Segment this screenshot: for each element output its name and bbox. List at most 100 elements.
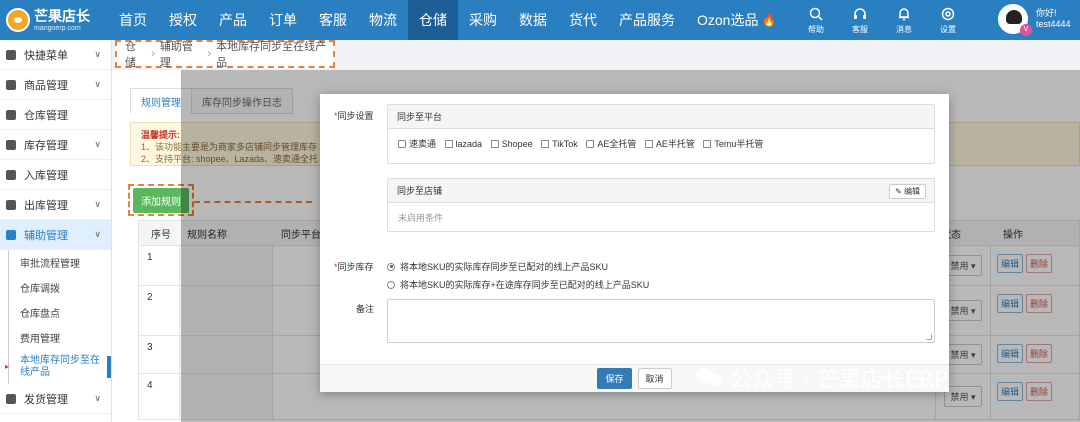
- sidebar-item-outbound[interactable]: 出库管理 ∨: [0, 190, 111, 220]
- sidebar-item-label: 辅助管理: [24, 229, 68, 242]
- outbound-icon: [6, 199, 16, 210]
- shop-empty-text: 未启用条件: [398, 213, 444, 223]
- resize-handle-icon[interactable]: [926, 334, 932, 340]
- sidebar-sub-stocktake[interactable]: 仓库盘点: [0, 300, 111, 325]
- sidebar-item-inbound[interactable]: 入库管理: [0, 160, 111, 190]
- row-no: 1: [147, 252, 153, 263]
- user-greeting: 你好!: [1036, 8, 1057, 19]
- platform-checkboxes: 速卖通 lazada Shopee TikTok AE全托管 AE半托管 Tem…: [388, 129, 934, 158]
- gear-icon: [940, 6, 956, 22]
- sidebar-sub-expenses[interactable]: 费用管理: [0, 325, 111, 350]
- platform-checkbox[interactable]: Temu半托管: [703, 137, 763, 150]
- edit-icon: ✎: [895, 187, 902, 196]
- sidebar-item-auxiliary[interactable]: 辅助管理 ∨: [0, 220, 111, 250]
- platform-checkbox[interactable]: AE全托管: [586, 137, 636, 150]
- sidebar-item-label: 发货管理: [24, 393, 68, 406]
- breadcrumb-item[interactable]: 辅助管理: [160, 38, 203, 70]
- breadcrumb-item[interactable]: 仓储: [125, 38, 146, 70]
- top-navbar: 芒果店长 mangoerp.com 首页 授权 产品 订单 客服 物流 仓储 采…: [0, 0, 1080, 40]
- sidebar-sub-transfer[interactable]: 仓库调拨: [0, 275, 111, 300]
- settings-tool[interactable]: 设置: [926, 0, 970, 40]
- sidebar-item-shortcut[interactable]: 快捷菜单 ∨: [0, 40, 111, 70]
- nav-warehouse[interactable]: 仓储: [408, 0, 458, 40]
- sidebar-item-label: 入库管理: [24, 169, 68, 182]
- breadcrumb: 仓储 › 辅助管理 › 本地库存同步至在线产品: [115, 38, 335, 70]
- platform-checkbox[interactable]: AE半托管: [644, 137, 695, 150]
- shop-panel-title: 同步至店铺: [397, 186, 443, 196]
- nav-logistics[interactable]: 物流: [358, 0, 408, 40]
- nav-authorize[interactable]: 授权: [158, 0, 208, 40]
- chevron-down-icon: ∨: [94, 79, 101, 89]
- sidebar-item-shipping[interactable]: 发货管理 ∨: [0, 384, 111, 414]
- cancel-button[interactable]: 取消: [637, 368, 672, 389]
- warehouse-icon: [6, 109, 16, 120]
- sync-setting-label: *同步设置: [334, 111, 374, 121]
- add-rule-modal: *同步设置 同步至平台 速卖通 lazada Shopee TikTok AE全…: [320, 94, 949, 392]
- sidebar-item-label: 出库管理: [24, 199, 68, 212]
- radio-checked-icon: [387, 262, 395, 271]
- chevron-up-icon: ∨: [94, 229, 101, 239]
- sidebar-sub-label: 本地库存同步至在线产品: [20, 355, 100, 378]
- breadcrumb-separator-icon: ›: [207, 48, 212, 60]
- shop-panel: 同步至店铺 ✎ 编辑 未启用条件: [387, 178, 935, 232]
- nav-ozon-label: Ozon选品: [697, 12, 759, 28]
- row-no: 4: [147, 380, 153, 391]
- help-tool[interactable]: 帮助: [794, 0, 838, 40]
- note-label: 备注: [356, 304, 375, 314]
- row-no: 2: [147, 292, 153, 303]
- logo-name: 芒果店长: [34, 7, 90, 24]
- vip-badge: V: [1020, 24, 1032, 36]
- platform-panel-title: 同步至平台: [388, 105, 934, 129]
- settings-label: 设置: [940, 24, 956, 34]
- sidebar-sub-stock-sync[interactable]: ▸ 本地库存同步至在线产品: [0, 350, 111, 384]
- nav-product[interactable]: 产品: [208, 0, 258, 40]
- nav-customer-service[interactable]: 客服: [308, 0, 358, 40]
- chevron-down-icon: ∨: [94, 199, 101, 209]
- sidebar-item-label: 商品管理: [24, 79, 68, 92]
- sidebar: 快捷菜单 ∨ 商品管理 ∨ 仓库管理 库存管理 ∨ 入库管理 出库管理 ∨ 辅助管理 ∨ …: [0, 40, 112, 422]
- breadcrumb-separator-icon: ›: [151, 48, 155, 60]
- message-tool[interactable]: 消息: [882, 0, 926, 40]
- platform-checkbox[interactable]: Shopee: [490, 139, 533, 149]
- platform-checkbox[interactable]: lazada: [444, 139, 482, 149]
- note-textarea[interactable]: [387, 299, 935, 343]
- nav-ozon-selection[interactable]: Ozon选品 🔥: [686, 0, 787, 40]
- shop-panel-head: 同步至店铺 ✎ 编辑: [388, 179, 934, 203]
- stock-option-actual[interactable]: 将本地SKU的实际库存同步至已配对的线上产品SKU: [387, 260, 608, 273]
- sidebar-item-inventory[interactable]: 库存管理 ∨: [0, 130, 111, 160]
- active-dot-icon: ▸: [5, 362, 10, 372]
- service-label: 客服: [852, 24, 868, 34]
- shop-edit-button[interactable]: ✎ 编辑: [889, 184, 926, 199]
- platform-checkbox[interactable]: TikTok: [541, 139, 578, 149]
- headset-icon: [852, 6, 868, 22]
- chevron-down-icon: ∨: [94, 139, 101, 149]
- platform-checkbox[interactable]: 速卖通: [398, 137, 436, 150]
- nav-purchase[interactable]: 采购: [458, 0, 508, 40]
- search-icon: [808, 6, 824, 22]
- ship-icon: [6, 393, 16, 404]
- logo[interactable]: 芒果店长 mangoerp.com: [0, 0, 108, 40]
- user-name: test4444: [1036, 19, 1071, 29]
- col-no: 序号: [151, 229, 171, 241]
- list-icon: [6, 139, 16, 150]
- sidebar-item-label: 库存管理: [24, 139, 68, 152]
- nav-product-service[interactable]: 产品服务: [608, 0, 686, 40]
- inbound-icon: [6, 169, 16, 180]
- box-icon: [6, 79, 16, 90]
- sync-stock-label: *同步库存: [334, 262, 374, 272]
- platform-panel: 同步至平台 速卖通 lazada Shopee TikTok AE全托管 AE半…: [387, 104, 935, 164]
- nav-forwarder[interactable]: 货代: [558, 0, 608, 40]
- nav-data[interactable]: 数据: [508, 0, 558, 40]
- nav-home[interactable]: 首页: [108, 0, 158, 40]
- stock-option-actual-plus-transit[interactable]: 将本地SKU的实际库存+在途库存同步至已配对的线上产品SKU: [387, 278, 649, 291]
- user-menu[interactable]: V 你好! test4444: [998, 4, 1071, 36]
- service-tool[interactable]: 客服: [838, 0, 882, 40]
- radio-icon: [387, 280, 395, 289]
- chevron-down-icon: ∨: [94, 393, 101, 403]
- option-label: 将本地SKU的实际库存+在途库存同步至已配对的线上产品SKU: [400, 280, 650, 290]
- save-button[interactable]: 保存: [597, 368, 632, 389]
- sidebar-sub-approval[interactable]: 审批流程管理: [0, 250, 111, 275]
- sidebar-item-warehouse[interactable]: 仓库管理: [0, 100, 111, 130]
- sidebar-item-products[interactable]: 商品管理 ∨: [0, 70, 111, 100]
- nav-order[interactable]: 订单: [258, 0, 308, 40]
